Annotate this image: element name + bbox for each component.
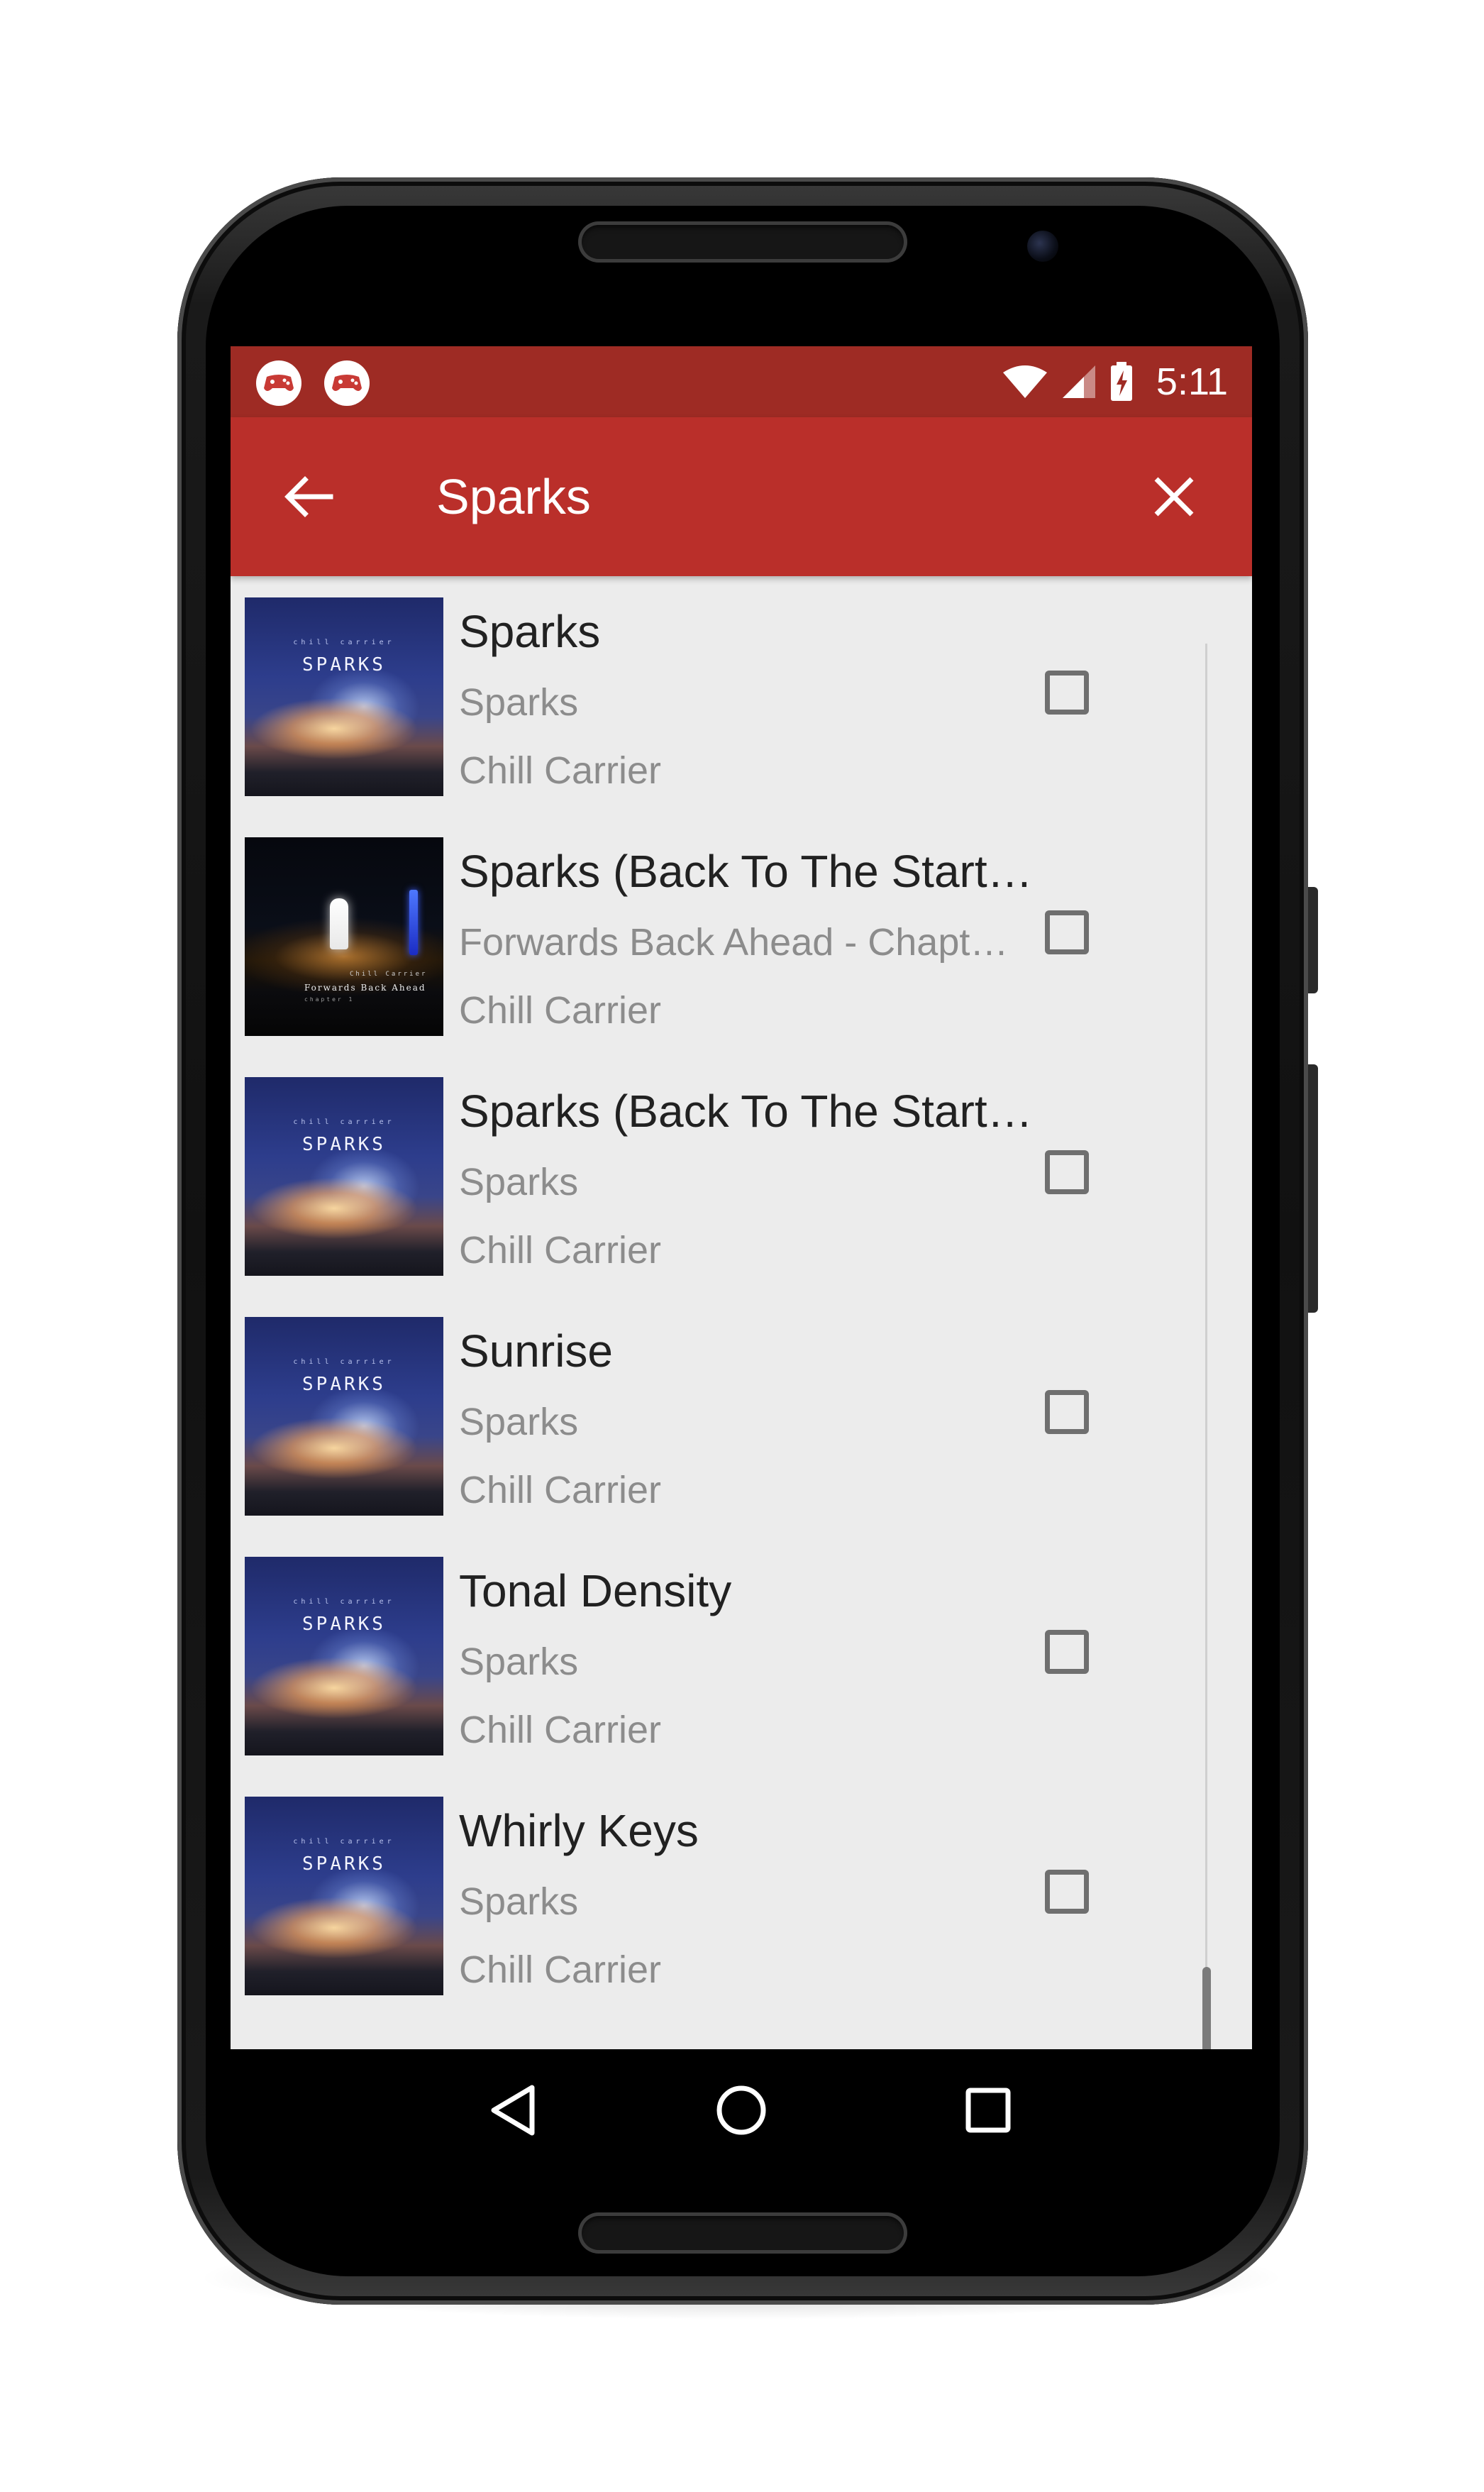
album-art-title: SPARKS bbox=[302, 1853, 386, 1875]
top-speaker bbox=[578, 221, 907, 263]
power-button bbox=[1308, 887, 1318, 993]
song-title: Sparks (Back To The Start… bbox=[459, 1086, 1026, 1137]
song-artist: Chill Carrier bbox=[459, 1469, 662, 1511]
scrollbar-thumb[interactable] bbox=[1202, 1967, 1211, 2058]
sparks-album-art: chill carrier SPARKS bbox=[245, 597, 443, 796]
cell-signal-icon bbox=[1062, 365, 1095, 398]
select-checkbox[interactable] bbox=[1045, 671, 1089, 715]
select-checkbox[interactable] bbox=[1045, 1150, 1089, 1194]
app-bar: Sparks bbox=[231, 417, 1252, 576]
song-title: Sunrise bbox=[459, 1325, 613, 1377]
song-album: Sparks bbox=[459, 1880, 579, 1923]
back-triangle-icon bbox=[491, 2085, 535, 2136]
arrow-back-icon bbox=[284, 476, 333, 517]
list-item[interactable]: chill carrier SPARKS Sparks (Back To The… bbox=[231, 1056, 1252, 1296]
song-album: Sparks bbox=[459, 1161, 579, 1203]
album-art-title: Forwards Back Ahead bbox=[304, 983, 426, 993]
screen: 5:11 Sparks chill carrier SPARKS Sparks … bbox=[231, 346, 1252, 2164]
status-icons: 5:11 bbox=[1002, 346, 1228, 417]
nav-home-button[interactable] bbox=[706, 2075, 777, 2146]
sparks-album-art: chill carrier SPARKS bbox=[245, 1077, 443, 1276]
song-artist: Chill Carrier bbox=[459, 989, 662, 1032]
close-button[interactable] bbox=[1139, 461, 1209, 532]
album-art-subtitle: chapter 1 bbox=[304, 996, 355, 1003]
album-art-title: SPARKS bbox=[302, 654, 386, 676]
song-artist: Chill Carrier bbox=[459, 1948, 662, 1991]
scrollbar-track bbox=[1205, 644, 1207, 2054]
song-album: Sparks bbox=[459, 1401, 579, 1443]
wifi-icon bbox=[1002, 365, 1047, 398]
back-button[interactable] bbox=[273, 461, 344, 532]
album-art-small-text: chill carrier bbox=[293, 1118, 395, 1126]
song-album: Sparks bbox=[459, 681, 579, 724]
song-title: Tonal Density bbox=[459, 1565, 732, 1616]
home-circle-icon bbox=[716, 2085, 766, 2135]
album-art-title: SPARKS bbox=[302, 1374, 386, 1395]
sparks-album-art: chill carrier SPARKS bbox=[245, 1317, 443, 1516]
song-title: Whirly Keys bbox=[459, 1805, 699, 1856]
list-item[interactable]: chill carrier SPARKS Sparks Sparks Chill… bbox=[231, 576, 1252, 816]
album-art-small-text: Chill Carrier bbox=[350, 971, 428, 978]
game-controller-icon bbox=[324, 360, 370, 406]
select-checkbox[interactable] bbox=[1045, 910, 1089, 954]
song-artist: Chill Carrier bbox=[459, 1229, 662, 1272]
game-controller-icon bbox=[256, 360, 301, 406]
status-time: 5:11 bbox=[1156, 360, 1228, 403]
recents-square-icon bbox=[965, 2088, 1011, 2133]
navigation-bar bbox=[231, 2049, 1252, 2164]
song-artist: Chill Carrier bbox=[459, 1709, 662, 1751]
volume-button bbox=[1308, 1064, 1318, 1313]
song-title: Sparks (Back To The Start… bbox=[459, 846, 1026, 897]
list-item[interactable]: chill carrier SPARKS Whirly Keys Sparks … bbox=[231, 1775, 1252, 2015]
song-artist: Chill Carrier bbox=[459, 749, 662, 792]
status-bar: 5:11 bbox=[231, 346, 1252, 417]
song-list[interactable]: chill carrier SPARKS Sparks Sparks Chill… bbox=[231, 576, 1252, 2122]
nav-back-button[interactable] bbox=[477, 2075, 548, 2146]
bottom-speaker bbox=[578, 2212, 907, 2254]
select-checkbox[interactable] bbox=[1045, 1870, 1089, 1914]
select-checkbox[interactable] bbox=[1045, 1630, 1089, 1674]
album-art-small-text: chill carrier bbox=[293, 1358, 395, 1366]
list-item[interactable]: Chill Carrier Forwards Back Ahead chapte… bbox=[231, 816, 1252, 1056]
list-item[interactable]: chill carrier SPARKS Tonal Density Spark… bbox=[231, 1536, 1252, 1775]
list-item[interactable]: chill carrier SPARKS Sunrise Sparks Chil… bbox=[231, 1296, 1252, 1536]
nav-recents-button[interactable] bbox=[953, 2075, 1024, 2146]
album-art-title: SPARKS bbox=[302, 1614, 386, 1635]
album-art-small-text: chill carrier bbox=[293, 1838, 395, 1846]
close-icon bbox=[1154, 477, 1194, 517]
song-album: Forwards Back Ahead - Chapt… bbox=[459, 921, 1009, 964]
select-checkbox[interactable] bbox=[1045, 1390, 1089, 1434]
front-camera bbox=[1027, 231, 1058, 262]
song-title: Sparks bbox=[459, 606, 601, 657]
album-art-small-text: chill carrier bbox=[293, 639, 395, 646]
sparks-album-art: chill carrier SPARKS bbox=[245, 1797, 443, 1995]
album-art-small-text: chill carrier bbox=[293, 1598, 395, 1606]
song-album: Sparks bbox=[459, 1641, 579, 1683]
album-art-title: SPARKS bbox=[302, 1134, 386, 1155]
sparks-album-art: chill carrier SPARKS bbox=[245, 1557, 443, 1755]
page-title: Sparks bbox=[436, 469, 591, 524]
battery-charging-icon bbox=[1110, 362, 1132, 401]
forwards-back-ahead-album-art: Chill Carrier Forwards Back Ahead chapte… bbox=[245, 837, 443, 1036]
